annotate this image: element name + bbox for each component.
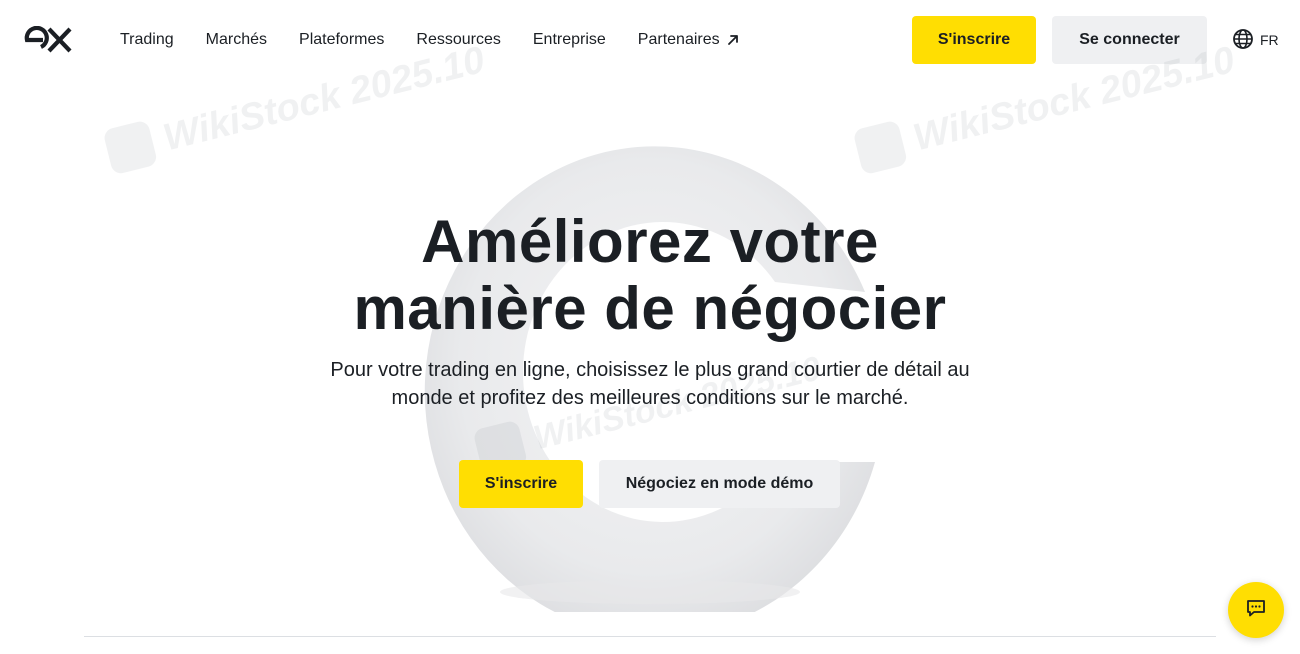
nav-item-label: Partenaires: [637, 31, 720, 48]
nav-item-label: Ressources: [416, 31, 501, 48]
external-arrow-icon: [726, 33, 740, 47]
hero-title-line: Améliorez votre: [421, 208, 879, 275]
hero-subtitle: Pour votre trading en ligne, choisissez …: [300, 356, 1000, 412]
demo-trading-button[interactable]: Négociez en mode démo: [599, 460, 840, 508]
nav-item-plateformes[interactable]: Plateformes: [299, 31, 384, 49]
nav-item-marches[interactable]: Marchés: [206, 31, 267, 49]
hero-subtitle-line: monde et profitez des meilleures conditi…: [391, 387, 909, 409]
hero-subtitle-line: Pour votre trading en ligne, choisissez …: [330, 359, 970, 381]
exness-logo-icon[interactable]: [24, 25, 72, 54]
language-code: FR: [1260, 32, 1279, 48]
page: Trading Marchés Plateformes Ressources E…: [0, 0, 1300, 654]
nav-item-label: Plateformes: [299, 31, 385, 48]
main-nav: Trading Marchés Plateformes Ressources E…: [120, 0, 740, 80]
nav-item-ressources[interactable]: Ressources: [416, 31, 500, 49]
hero-signup-button[interactable]: S'inscrire: [459, 460, 583, 508]
language-selector[interactable]: FR: [1232, 28, 1279, 52]
header-signup-button[interactable]: S'inscrire: [912, 16, 1036, 64]
wikistock-logo-icon: [102, 119, 159, 176]
hero-title-line: manière de négocier: [353, 275, 947, 342]
nav-item-partenaires[interactable]: Partenaires: [638, 31, 740, 49]
hero-title: Améliorez votre manière de négocier: [250, 208, 1050, 342]
globe-icon: [1232, 28, 1254, 53]
site-header: Trading Marchés Plateformes Ressources E…: [0, 0, 1300, 80]
nav-item-label: Entreprise: [532, 31, 606, 48]
chat-button[interactable]: [1228, 582, 1284, 638]
header-login-button[interactable]: Se connecter: [1052, 16, 1207, 64]
nav-item-label: Marchés: [205, 31, 268, 48]
section-divider: [84, 636, 1216, 637]
nav-item-trading[interactable]: Trading: [120, 31, 174, 49]
chat-bubble-icon: [1245, 597, 1267, 624]
nav-item-entreprise[interactable]: Entreprise: [533, 31, 606, 49]
nav-item-label: Trading: [120, 31, 174, 48]
